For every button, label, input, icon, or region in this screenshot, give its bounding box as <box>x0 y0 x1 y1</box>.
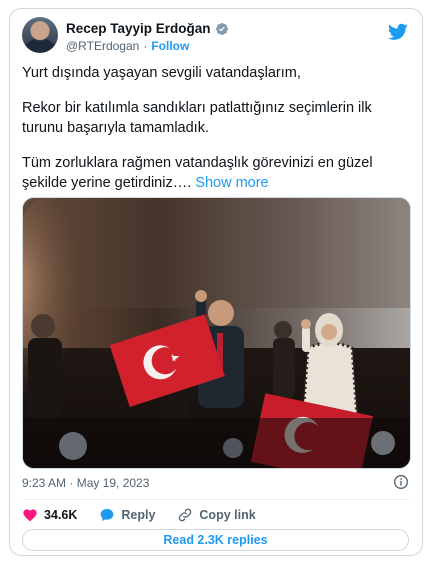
tweet-card: Recep Tayyip Erdoğan @RTErdogan · Follow… <box>9 8 423 556</box>
tweet-paragraph: Rekor bir katılımla sandıkları patlattığ… <box>22 100 372 136</box>
copy-link-label: Copy link <box>199 508 256 522</box>
rally-photo-image <box>23 198 410 468</box>
tweet-meta: 9:23 AM · May 19, 2023 <box>22 474 409 490</box>
author-name-row: Recep Tayyip Erdoğan <box>66 21 229 36</box>
info-icon[interactable] <box>393 474 409 490</box>
avatar[interactable] <box>22 17 58 53</box>
verified-badge-icon <box>215 22 228 35</box>
timestamp[interactable]: 9:23 AM · May 19, 2023 <box>22 476 149 490</box>
tweet-actions: 34.6K Reply Copy link <box>22 505 409 525</box>
author-handle-row: @RTErdogan · Follow <box>66 39 189 53</box>
divider <box>22 499 409 500</box>
like-count: 34.6K <box>44 508 78 522</box>
tweet-text: Yurt dışında yaşayan sevgili vatandaşlar… <box>22 63 407 208</box>
tweet-photo[interactable] <box>22 197 411 469</box>
author-handle[interactable]: @RTErdogan <box>66 39 139 53</box>
link-icon <box>179 508 192 522</box>
read-replies-button[interactable]: Read 2.3K replies <box>22 529 409 551</box>
handle-separator: · <box>143 39 148 53</box>
tweet-header: Recep Tayyip Erdoğan @RTErdogan · Follow <box>22 17 412 57</box>
author-name[interactable]: Recep Tayyip Erdoğan <box>66 21 211 36</box>
follow-button[interactable]: Follow <box>151 39 189 53</box>
heart-icon <box>23 509 37 522</box>
copy-link-button[interactable]: Copy link <box>177 507 256 523</box>
like-button[interactable]: 34.6K <box>22 507 77 523</box>
show-more-link[interactable]: Show more <box>195 175 268 191</box>
reply-button[interactable]: Reply <box>99 507 155 523</box>
tweet-paragraph: Yurt dışında yaşayan sevgili vatandaşlar… <box>22 65 301 81</box>
speech-bubble-icon <box>101 509 114 521</box>
twitter-bird-icon[interactable] <box>388 23 408 41</box>
reply-label: Reply <box>121 508 156 522</box>
tweet-paragraph: Tüm zorluklara rağmen vatandaşlık görevi… <box>22 153 407 193</box>
